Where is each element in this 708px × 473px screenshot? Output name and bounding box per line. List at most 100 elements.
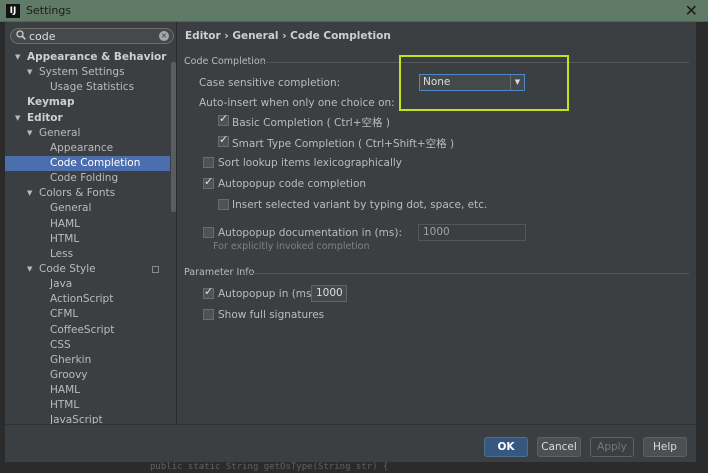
tree-item-label: Keymap bbox=[27, 96, 75, 109]
tree-item-label: CoffeeScript bbox=[50, 323, 115, 336]
tree-item[interactable]: Code Folding bbox=[5, 171, 170, 186]
param-autopopup-label: Autopopup in (ms): bbox=[218, 288, 320, 300]
window-title: Settings bbox=[26, 4, 72, 17]
full-signatures-checkbox[interactable] bbox=[203, 309, 214, 320]
expand-arrow-icon[interactable]: ▼ bbox=[15, 50, 25, 65]
tree-item[interactable]: Java bbox=[5, 277, 170, 292]
tree-item[interactable]: CoffeeScript bbox=[5, 323, 170, 338]
settings-tree: ▼ Appearance & Behavior ▼ System Settings Us… bbox=[5, 50, 170, 424]
search-icon bbox=[16, 30, 26, 40]
autopopup-doc-field[interactable]: 1000 bbox=[418, 224, 526, 241]
tree-item-label: General bbox=[50, 202, 92, 215]
window-edge bbox=[696, 22, 708, 462]
param-autopopup-checkbox[interactable] bbox=[203, 285, 214, 299]
tree-item-label: Appearance & Behavior bbox=[27, 51, 167, 63]
tree-item-label: General bbox=[39, 126, 81, 139]
settings-sidebar: × ▼Appearance & Behavior▼System Settings… bbox=[5, 22, 176, 424]
autopopup-doc-label: Autopopup documentation in (ms): bbox=[218, 227, 402, 239]
tree-item[interactable]: ▼ Editor bbox=[5, 111, 170, 126]
apply-button[interactable]: Apply bbox=[590, 437, 634, 457]
autopopup-completion-label: Autopopup code completion bbox=[218, 178, 367, 190]
tree-item-label: Code Style bbox=[39, 262, 96, 275]
settings-content: Editor › General › Code Completion Code … bbox=[176, 22, 696, 424]
tree-item-label: Editor bbox=[27, 111, 63, 124]
tree-item-label: ActionScript bbox=[50, 293, 114, 306]
tree-item[interactable]: HTML bbox=[5, 232, 170, 247]
tree-item[interactable]: HAML bbox=[5, 383, 170, 398]
tree-item-label: Groovy bbox=[50, 368, 88, 381]
insert-variant-label: Insert selected variant by typing dot, s… bbox=[232, 199, 488, 211]
search-input[interactable] bbox=[29, 29, 159, 43]
clear-search-icon[interactable]: × bbox=[159, 31, 169, 41]
smart-completion-label: Smart Type Completion ( Ctrl+Shift+空格 ) bbox=[232, 138, 455, 150]
expand-arrow-icon[interactable]: ▼ bbox=[27, 126, 37, 141]
tree-item-label: Java bbox=[50, 278, 73, 291]
ok-button[interactable]: OK bbox=[484, 437, 528, 457]
title-bar: IJ Settings ✕ bbox=[0, 0, 708, 22]
settings-search[interactable]: × bbox=[10, 28, 174, 44]
autopopup-completion-checkbox[interactable] bbox=[203, 175, 214, 189]
expand-arrow-icon[interactable]: ▼ bbox=[27, 262, 37, 277]
param-autopopup-field[interactable]: 1000 bbox=[311, 285, 347, 302]
insert-variant-checkbox[interactable] bbox=[218, 199, 229, 210]
expand-arrow-icon[interactable]: ▼ bbox=[27, 186, 37, 201]
dialog-footer: OK Cancel Apply Help bbox=[5, 424, 696, 462]
tree-item[interactable]: JavaScript bbox=[5, 413, 170, 424]
tree-item-label: Appearance bbox=[50, 141, 114, 154]
project-scope-icon bbox=[152, 265, 159, 273]
tree-item[interactable]: Usage Statistics bbox=[5, 80, 170, 95]
tree-item[interactable]: CSS bbox=[5, 338, 170, 353]
parameter-info-group-title: Parameter Info bbox=[184, 267, 255, 278]
tree-item[interactable]: ▼ Code Style bbox=[5, 262, 170, 277]
group-divider bbox=[245, 273, 689, 274]
tree-item[interactable]: Gherkin bbox=[5, 353, 170, 368]
basic-completion-label: Basic Completion ( Ctrl+空格 ) bbox=[232, 117, 390, 129]
intellij-logo-icon: IJ bbox=[6, 4, 20, 18]
tree-item-label: HTML bbox=[50, 232, 80, 245]
expand-arrow-icon[interactable]: ▼ bbox=[15, 111, 25, 126]
tree-item[interactable]: Less bbox=[5, 247, 170, 262]
tree-item[interactable]: Groovy bbox=[5, 368, 170, 383]
tree-item[interactable]: Appearance bbox=[5, 141, 170, 156]
tree-item[interactable]: Keymap bbox=[5, 95, 170, 110]
autopopup-doc-checkbox[interactable] bbox=[203, 227, 214, 238]
tree-item[interactable]: HAML bbox=[5, 217, 170, 232]
autopopup-doc-hint: For explicitly invoked completion bbox=[213, 241, 370, 252]
tree-item-label: Colors & Fonts bbox=[39, 187, 116, 200]
tree-item-label: Code Folding bbox=[50, 172, 119, 185]
tree-item-label: HAML bbox=[50, 384, 80, 397]
tree-item[interactable]: HTML bbox=[5, 398, 170, 413]
expand-arrow-icon[interactable]: ▼ bbox=[27, 65, 37, 80]
tree-item-label: JavaScript bbox=[50, 414, 103, 424]
full-signatures-label: Show full signatures bbox=[218, 309, 325, 321]
tree-item[interactable]: ▼ Appearance & Behavior bbox=[5, 50, 170, 65]
case-sensitive-label: Case sensitive completion: bbox=[199, 77, 341, 89]
tree-item-label: Less bbox=[50, 247, 74, 260]
breadcrumb: Editor › General › Code Completion bbox=[185, 30, 391, 42]
help-button[interactable]: Help bbox=[643, 437, 687, 457]
background-editor-code: public static String getOsType(String st… bbox=[0, 462, 708, 473]
cancel-button[interactable]: Cancel bbox=[537, 437, 581, 457]
tree-item-label: Usage Statistics bbox=[50, 81, 135, 94]
tree-item-label: HAML bbox=[50, 217, 80, 230]
tree-item[interactable]: ActionScript bbox=[5, 292, 170, 307]
basic-completion-checkbox[interactable] bbox=[218, 112, 229, 126]
code-completion-group-title: Code Completion bbox=[184, 56, 266, 67]
tree-item[interactable]: General bbox=[5, 201, 170, 216]
sort-lookup-label: Sort lookup items lexicographically bbox=[218, 157, 403, 169]
close-icon[interactable]: ✕ bbox=[685, 1, 698, 21]
tree-item-label: HTML bbox=[50, 399, 80, 412]
tree-item-label: CSS bbox=[50, 338, 71, 351]
tree-item-label: CFML bbox=[50, 308, 79, 321]
tree-item[interactable]: Code Completion bbox=[5, 155, 170, 172]
tree-item-label: System Settings bbox=[39, 66, 125, 79]
tree-item-label: Gherkin bbox=[50, 353, 92, 366]
tree-item[interactable]: ▼ Colors & Fonts bbox=[5, 186, 170, 201]
tree-item[interactable]: ▼ General bbox=[5, 126, 170, 141]
highlight-annotation bbox=[399, 55, 569, 111]
sort-lookup-checkbox[interactable] bbox=[203, 157, 214, 168]
tree-item[interactable]: ▼ System Settings bbox=[5, 65, 170, 80]
auto-insert-label: Auto-insert when only one choice on: bbox=[199, 97, 395, 109]
tree-item[interactable]: CFML bbox=[5, 307, 170, 322]
smart-completion-checkbox[interactable] bbox=[218, 133, 229, 147]
